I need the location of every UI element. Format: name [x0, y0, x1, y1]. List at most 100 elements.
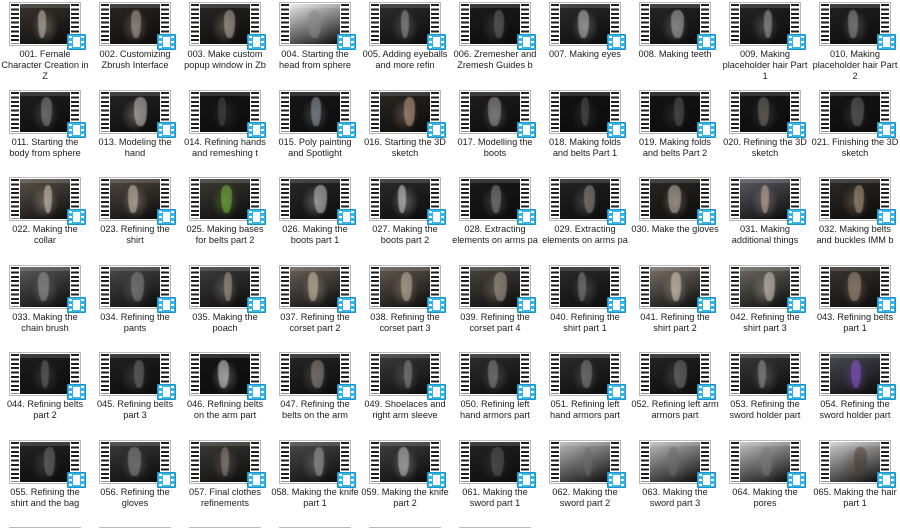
thumbnail[interactable]	[189, 352, 266, 400]
thumbnail[interactable]	[189, 2, 266, 50]
thumbnail[interactable]	[459, 89, 536, 138]
thumbnail[interactable]	[279, 439, 356, 488]
thumbnail[interactable]	[369, 264, 446, 313]
thumbnail[interactable]	[189, 264, 266, 313]
file-tile[interactable]: 043. Refining belts part 1	[810, 263, 900, 351]
file-tile[interactable]: 033. Making the chain brush	[0, 263, 90, 351]
thumbnail[interactable]	[279, 352, 356, 400]
thumbnail[interactable]	[99, 89, 176, 138]
file-tile[interactable]: 037. Refining the corset part 2	[270, 263, 360, 351]
thumbnail[interactable]	[459, 177, 536, 225]
thumbnail[interactable]	[459, 439, 536, 488]
file-tile[interactable]: 001. Female Character Creation in Z	[0, 0, 90, 88]
thumbnail[interactable]	[369, 439, 446, 488]
thumbnail[interactable]	[9, 352, 86, 400]
file-tile[interactable]: 026. Making the boots part 1	[270, 175, 360, 263]
file-tile[interactable]: 061. Making the sword part 1	[450, 438, 540, 526]
thumbnail[interactable]	[639, 439, 716, 488]
thumbnail[interactable]	[639, 352, 716, 400]
file-tile[interactable]: 010. Making placeholder hair Part 2	[810, 0, 900, 88]
thumbnail[interactable]	[189, 89, 266, 138]
thumbnail[interactable]	[459, 264, 536, 313]
thumbnail[interactable]	[369, 89, 446, 138]
thumbnail[interactable]	[729, 439, 806, 488]
file-tile[interactable]: 025. Making bases for belts part 2	[180, 175, 270, 263]
thumbnail[interactable]	[549, 352, 626, 400]
thumbnail[interactable]	[639, 89, 716, 138]
thumbnail[interactable]	[279, 264, 356, 313]
thumbnail[interactable]	[639, 177, 716, 225]
thumbnail[interactable]	[549, 2, 626, 50]
thumbnail[interactable]	[549, 177, 626, 225]
thumbnail[interactable]	[279, 177, 356, 225]
file-tile[interactable]: 055. Refining the shirt and the bag	[0, 438, 90, 526]
file-tile[interactable]: 017. Modelling the boots	[450, 88, 540, 176]
file-tile[interactable]: 058. Making the knife part 1	[270, 438, 360, 526]
thumbnail[interactable]	[99, 352, 176, 400]
file-tile[interactable]: 057. Final clothes refinements	[180, 438, 270, 526]
file-tile[interactable]: 004. Starting the head from sphere	[270, 0, 360, 88]
file-tile[interactable]: 032. Making belts and buckles IMM b	[810, 175, 900, 263]
file-tile[interactable]: 053. Refining the sword holder part	[720, 350, 810, 438]
thumbnail[interactable]	[279, 89, 356, 138]
thumbnail[interactable]	[819, 352, 896, 400]
thumbnail[interactable]	[9, 264, 86, 313]
thumbnail[interactable]	[9, 2, 86, 50]
thumbnail[interactable]	[189, 439, 266, 488]
file-tile[interactable]: 041. Refining the shirt part 2	[630, 263, 720, 351]
file-tile[interactable]: 030. Make the gloves	[630, 175, 720, 263]
thumbnail[interactable]	[639, 264, 716, 313]
file-tile[interactable]: 023. Refining the shirt	[90, 175, 180, 263]
thumbnail[interactable]	[729, 89, 806, 138]
file-tile[interactable]: 049. Shoelaces and right arm sleeve	[360, 350, 450, 438]
file-tile[interactable]: 015. Poly painting and Spotlight	[270, 88, 360, 176]
thumbnail[interactable]	[819, 89, 896, 138]
file-tile[interactable]: 050. Refining left hand armors part	[450, 350, 540, 438]
file-tile[interactable]: 035. Making the poach	[180, 263, 270, 351]
file-tile[interactable]: 062. Making the sword part 2	[540, 438, 630, 526]
thumbnail[interactable]	[369, 177, 446, 225]
thumbnail[interactable]	[549, 439, 626, 488]
thumbnail[interactable]	[729, 264, 806, 313]
thumbnail[interactable]	[819, 264, 896, 313]
file-tile[interactable]: 028. Extracting elements on arms pa	[450, 175, 540, 263]
file-tile[interactable]: 007. Making eyes	[540, 0, 630, 88]
file-tile[interactable]: 046. Refining belts on the arm part	[180, 350, 270, 438]
file-tile[interactable]: 022. Making the collar	[0, 175, 90, 263]
file-tile[interactable]: 011. Starting the body from sphere	[0, 88, 90, 176]
thumbnail[interactable]	[729, 352, 806, 400]
file-tile[interactable]: 005. Adding eyeballs and more refin	[360, 0, 450, 88]
thumbnail[interactable]	[549, 89, 626, 138]
file-tile[interactable]: 044. Refining belts part 2	[0, 350, 90, 438]
thumbnail[interactable]	[189, 177, 266, 225]
file-tile[interactable]: 059. Making the knife part 2	[360, 438, 450, 526]
file-tile[interactable]: 018. Making folds and belts Part 1	[540, 88, 630, 176]
thumbnail[interactable]	[99, 177, 176, 225]
file-tile[interactable]: 039. Refining the corset part 4	[450, 263, 540, 351]
file-tile[interactable]: 042. Refining the shirt part 3	[720, 263, 810, 351]
thumbnail[interactable]	[459, 352, 536, 400]
file-tile[interactable]: 038. Refining the corset part 3	[360, 263, 450, 351]
file-tile[interactable]: 031. Making additional things	[720, 175, 810, 263]
file-tile[interactable]: 052. Refining left arm armors part	[630, 350, 720, 438]
file-tile[interactable]: 021. Finishing the 3D sketch	[810, 88, 900, 176]
thumbnail[interactable]	[9, 177, 86, 225]
file-tile[interactable]: 008. Making teeth	[630, 0, 720, 88]
file-tile[interactable]: 040. Refining the shirt part 1	[540, 263, 630, 351]
file-tile[interactable]: 016. Starting the 3D sketch	[360, 88, 450, 176]
thumbnail[interactable]	[819, 439, 896, 488]
thumbnail[interactable]	[279, 2, 356, 50]
thumbnail[interactable]	[99, 2, 176, 50]
file-tile[interactable]: 064. Making the pores	[720, 438, 810, 526]
thumbnail[interactable]	[819, 2, 896, 50]
file-tile[interactable]: 003. Make custom popup window in Zb	[180, 0, 270, 88]
thumbnail[interactable]	[99, 264, 176, 313]
file-tile[interactable]: 047. Refining the belts on the arm	[270, 350, 360, 438]
thumbnail[interactable]	[459, 2, 536, 50]
file-tile[interactable]: 029. Extracting elements on arms pa	[540, 175, 630, 263]
file-tile[interactable]: 045. Refining belts part 3	[90, 350, 180, 438]
thumbnail[interactable]	[9, 439, 86, 488]
file-tile[interactable]: 056. Refining the gloves	[90, 438, 180, 526]
file-tile[interactable]: 006. Zremesher and Zremesh Guides b	[450, 0, 540, 88]
thumbnail[interactable]	[729, 2, 806, 50]
